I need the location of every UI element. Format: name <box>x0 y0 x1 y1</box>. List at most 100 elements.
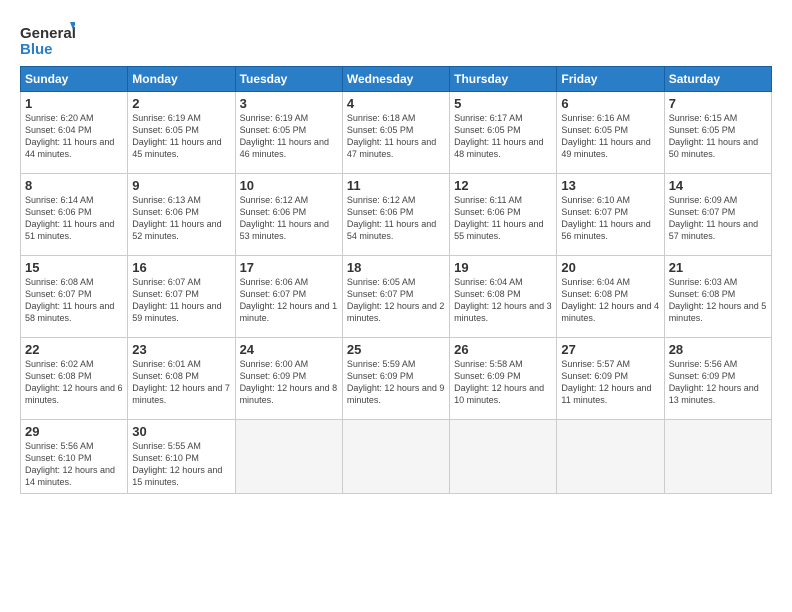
calendar-cell: 3 Sunrise: 6:19 AM Sunset: 6:05 PM Dayli… <box>235 92 342 174</box>
calendar-cell <box>450 420 557 494</box>
day-info: Sunrise: 5:56 AM Sunset: 6:10 PM Dayligh… <box>25 440 123 489</box>
logo-svg: General Blue <box>20 20 75 58</box>
day-number: 18 <box>347 260 445 275</box>
day-info: Sunrise: 6:19 AM Sunset: 6:05 PM Dayligh… <box>132 112 230 161</box>
logo: General Blue <box>20 20 75 58</box>
calendar-cell: 30 Sunrise: 5:55 AM Sunset: 6:10 PM Dayl… <box>128 420 235 494</box>
weekday-header: Tuesday <box>235 67 342 92</box>
day-number: 8 <box>25 178 123 193</box>
calendar-cell: 15 Sunrise: 6:08 AM Sunset: 6:07 PM Dayl… <box>21 256 128 338</box>
day-number: 17 <box>240 260 338 275</box>
day-info: Sunrise: 6:17 AM Sunset: 6:05 PM Dayligh… <box>454 112 552 161</box>
day-info: Sunrise: 5:55 AM Sunset: 6:10 PM Dayligh… <box>132 440 230 489</box>
day-number: 25 <box>347 342 445 357</box>
calendar-week-row: 8 Sunrise: 6:14 AM Sunset: 6:06 PM Dayli… <box>21 174 772 256</box>
calendar-cell: 23 Sunrise: 6:01 AM Sunset: 6:08 PM Dayl… <box>128 338 235 420</box>
calendar-cell: 7 Sunrise: 6:15 AM Sunset: 6:05 PM Dayli… <box>664 92 771 174</box>
calendar-cell: 10 Sunrise: 6:12 AM Sunset: 6:06 PM Dayl… <box>235 174 342 256</box>
day-info: Sunrise: 6:05 AM Sunset: 6:07 PM Dayligh… <box>347 276 445 325</box>
day-info: Sunrise: 6:07 AM Sunset: 6:07 PM Dayligh… <box>132 276 230 325</box>
day-info: Sunrise: 6:01 AM Sunset: 6:08 PM Dayligh… <box>132 358 230 407</box>
day-info: Sunrise: 6:14 AM Sunset: 6:06 PM Dayligh… <box>25 194 123 243</box>
calendar-cell: 12 Sunrise: 6:11 AM Sunset: 6:06 PM Dayl… <box>450 174 557 256</box>
day-number: 2 <box>132 96 230 111</box>
calendar-week-row: 15 Sunrise: 6:08 AM Sunset: 6:07 PM Dayl… <box>21 256 772 338</box>
day-number: 12 <box>454 178 552 193</box>
calendar-cell: 9 Sunrise: 6:13 AM Sunset: 6:06 PM Dayli… <box>128 174 235 256</box>
weekday-header: Friday <box>557 67 664 92</box>
calendar-cell: 19 Sunrise: 6:04 AM Sunset: 6:08 PM Dayl… <box>450 256 557 338</box>
calendar-cell: 14 Sunrise: 6:09 AM Sunset: 6:07 PM Dayl… <box>664 174 771 256</box>
weekday-header: Monday <box>128 67 235 92</box>
calendar-week-row: 1 Sunrise: 6:20 AM Sunset: 6:04 PM Dayli… <box>21 92 772 174</box>
calendar-cell: 20 Sunrise: 6:04 AM Sunset: 6:08 PM Dayl… <box>557 256 664 338</box>
calendar-cell: 5 Sunrise: 6:17 AM Sunset: 6:05 PM Dayli… <box>450 92 557 174</box>
day-number: 15 <box>25 260 123 275</box>
day-info: Sunrise: 6:12 AM Sunset: 6:06 PM Dayligh… <box>347 194 445 243</box>
weekday-header: Wednesday <box>342 67 449 92</box>
day-info: Sunrise: 5:58 AM Sunset: 6:09 PM Dayligh… <box>454 358 552 407</box>
calendar-cell <box>557 420 664 494</box>
day-number: 4 <box>347 96 445 111</box>
day-info: Sunrise: 6:13 AM Sunset: 6:06 PM Dayligh… <box>132 194 230 243</box>
day-info: Sunrise: 6:12 AM Sunset: 6:06 PM Dayligh… <box>240 194 338 243</box>
day-info: Sunrise: 5:57 AM Sunset: 6:09 PM Dayligh… <box>561 358 659 407</box>
calendar-cell: 13 Sunrise: 6:10 AM Sunset: 6:07 PM Dayl… <box>557 174 664 256</box>
calendar-cell: 25 Sunrise: 5:59 AM Sunset: 6:09 PM Dayl… <box>342 338 449 420</box>
day-info: Sunrise: 6:04 AM Sunset: 6:08 PM Dayligh… <box>561 276 659 325</box>
weekday-header: Saturday <box>664 67 771 92</box>
day-info: Sunrise: 6:20 AM Sunset: 6:04 PM Dayligh… <box>25 112 123 161</box>
day-number: 1 <box>25 96 123 111</box>
calendar-week-row: 29 Sunrise: 5:56 AM Sunset: 6:10 PM Dayl… <box>21 420 772 494</box>
day-number: 13 <box>561 178 659 193</box>
calendar-cell: 24 Sunrise: 6:00 AM Sunset: 6:09 PM Dayl… <box>235 338 342 420</box>
calendar-cell: 8 Sunrise: 6:14 AM Sunset: 6:06 PM Dayli… <box>21 174 128 256</box>
calendar-table: SundayMondayTuesdayWednesdayThursdayFrid… <box>20 66 772 494</box>
day-number: 6 <box>561 96 659 111</box>
day-number: 9 <box>132 178 230 193</box>
day-info: Sunrise: 6:03 AM Sunset: 6:08 PM Dayligh… <box>669 276 767 325</box>
day-number: 5 <box>454 96 552 111</box>
day-info: Sunrise: 6:15 AM Sunset: 6:05 PM Dayligh… <box>669 112 767 161</box>
day-info: Sunrise: 6:18 AM Sunset: 6:05 PM Dayligh… <box>347 112 445 161</box>
day-number: 10 <box>240 178 338 193</box>
svg-text:General: General <box>20 25 75 42</box>
calendar-cell: 2 Sunrise: 6:19 AM Sunset: 6:05 PM Dayli… <box>128 92 235 174</box>
svg-text:Blue: Blue <box>20 41 53 58</box>
page: General Blue SundayMondayTuesdayWednesda… <box>0 0 792 612</box>
day-info: Sunrise: 6:11 AM Sunset: 6:06 PM Dayligh… <box>454 194 552 243</box>
header-row: SundayMondayTuesdayWednesdayThursdayFrid… <box>21 67 772 92</box>
calendar-cell: 6 Sunrise: 6:16 AM Sunset: 6:05 PM Dayli… <box>557 92 664 174</box>
day-number: 7 <box>669 96 767 111</box>
day-info: Sunrise: 6:00 AM Sunset: 6:09 PM Dayligh… <box>240 358 338 407</box>
calendar-week-row: 22 Sunrise: 6:02 AM Sunset: 6:08 PM Dayl… <box>21 338 772 420</box>
calendar-header: SundayMondayTuesdayWednesdayThursdayFrid… <box>21 67 772 92</box>
calendar-cell: 4 Sunrise: 6:18 AM Sunset: 6:05 PM Dayli… <box>342 92 449 174</box>
day-number: 29 <box>25 424 123 439</box>
calendar-cell <box>235 420 342 494</box>
calendar-cell: 27 Sunrise: 5:57 AM Sunset: 6:09 PM Dayl… <box>557 338 664 420</box>
calendar-cell: 17 Sunrise: 6:06 AM Sunset: 6:07 PM Dayl… <box>235 256 342 338</box>
calendar-cell: 1 Sunrise: 6:20 AM Sunset: 6:04 PM Dayli… <box>21 92 128 174</box>
day-info: Sunrise: 6:06 AM Sunset: 6:07 PM Dayligh… <box>240 276 338 325</box>
day-info: Sunrise: 6:19 AM Sunset: 6:05 PM Dayligh… <box>240 112 338 161</box>
day-number: 28 <box>669 342 767 357</box>
weekday-header: Sunday <box>21 67 128 92</box>
header: General Blue <box>20 16 772 58</box>
day-number: 19 <box>454 260 552 275</box>
calendar-body: 1 Sunrise: 6:20 AM Sunset: 6:04 PM Dayli… <box>21 92 772 494</box>
weekday-header: Thursday <box>450 67 557 92</box>
day-number: 14 <box>669 178 767 193</box>
day-info: Sunrise: 6:04 AM Sunset: 6:08 PM Dayligh… <box>454 276 552 325</box>
day-number: 24 <box>240 342 338 357</box>
day-info: Sunrise: 6:02 AM Sunset: 6:08 PM Dayligh… <box>25 358 123 407</box>
day-number: 23 <box>132 342 230 357</box>
calendar-cell: 22 Sunrise: 6:02 AM Sunset: 6:08 PM Dayl… <box>21 338 128 420</box>
day-info: Sunrise: 6:08 AM Sunset: 6:07 PM Dayligh… <box>25 276 123 325</box>
day-number: 20 <box>561 260 659 275</box>
calendar-cell: 16 Sunrise: 6:07 AM Sunset: 6:07 PM Dayl… <box>128 256 235 338</box>
day-number: 30 <box>132 424 230 439</box>
calendar-cell <box>342 420 449 494</box>
calendar-cell <box>664 420 771 494</box>
day-number: 27 <box>561 342 659 357</box>
